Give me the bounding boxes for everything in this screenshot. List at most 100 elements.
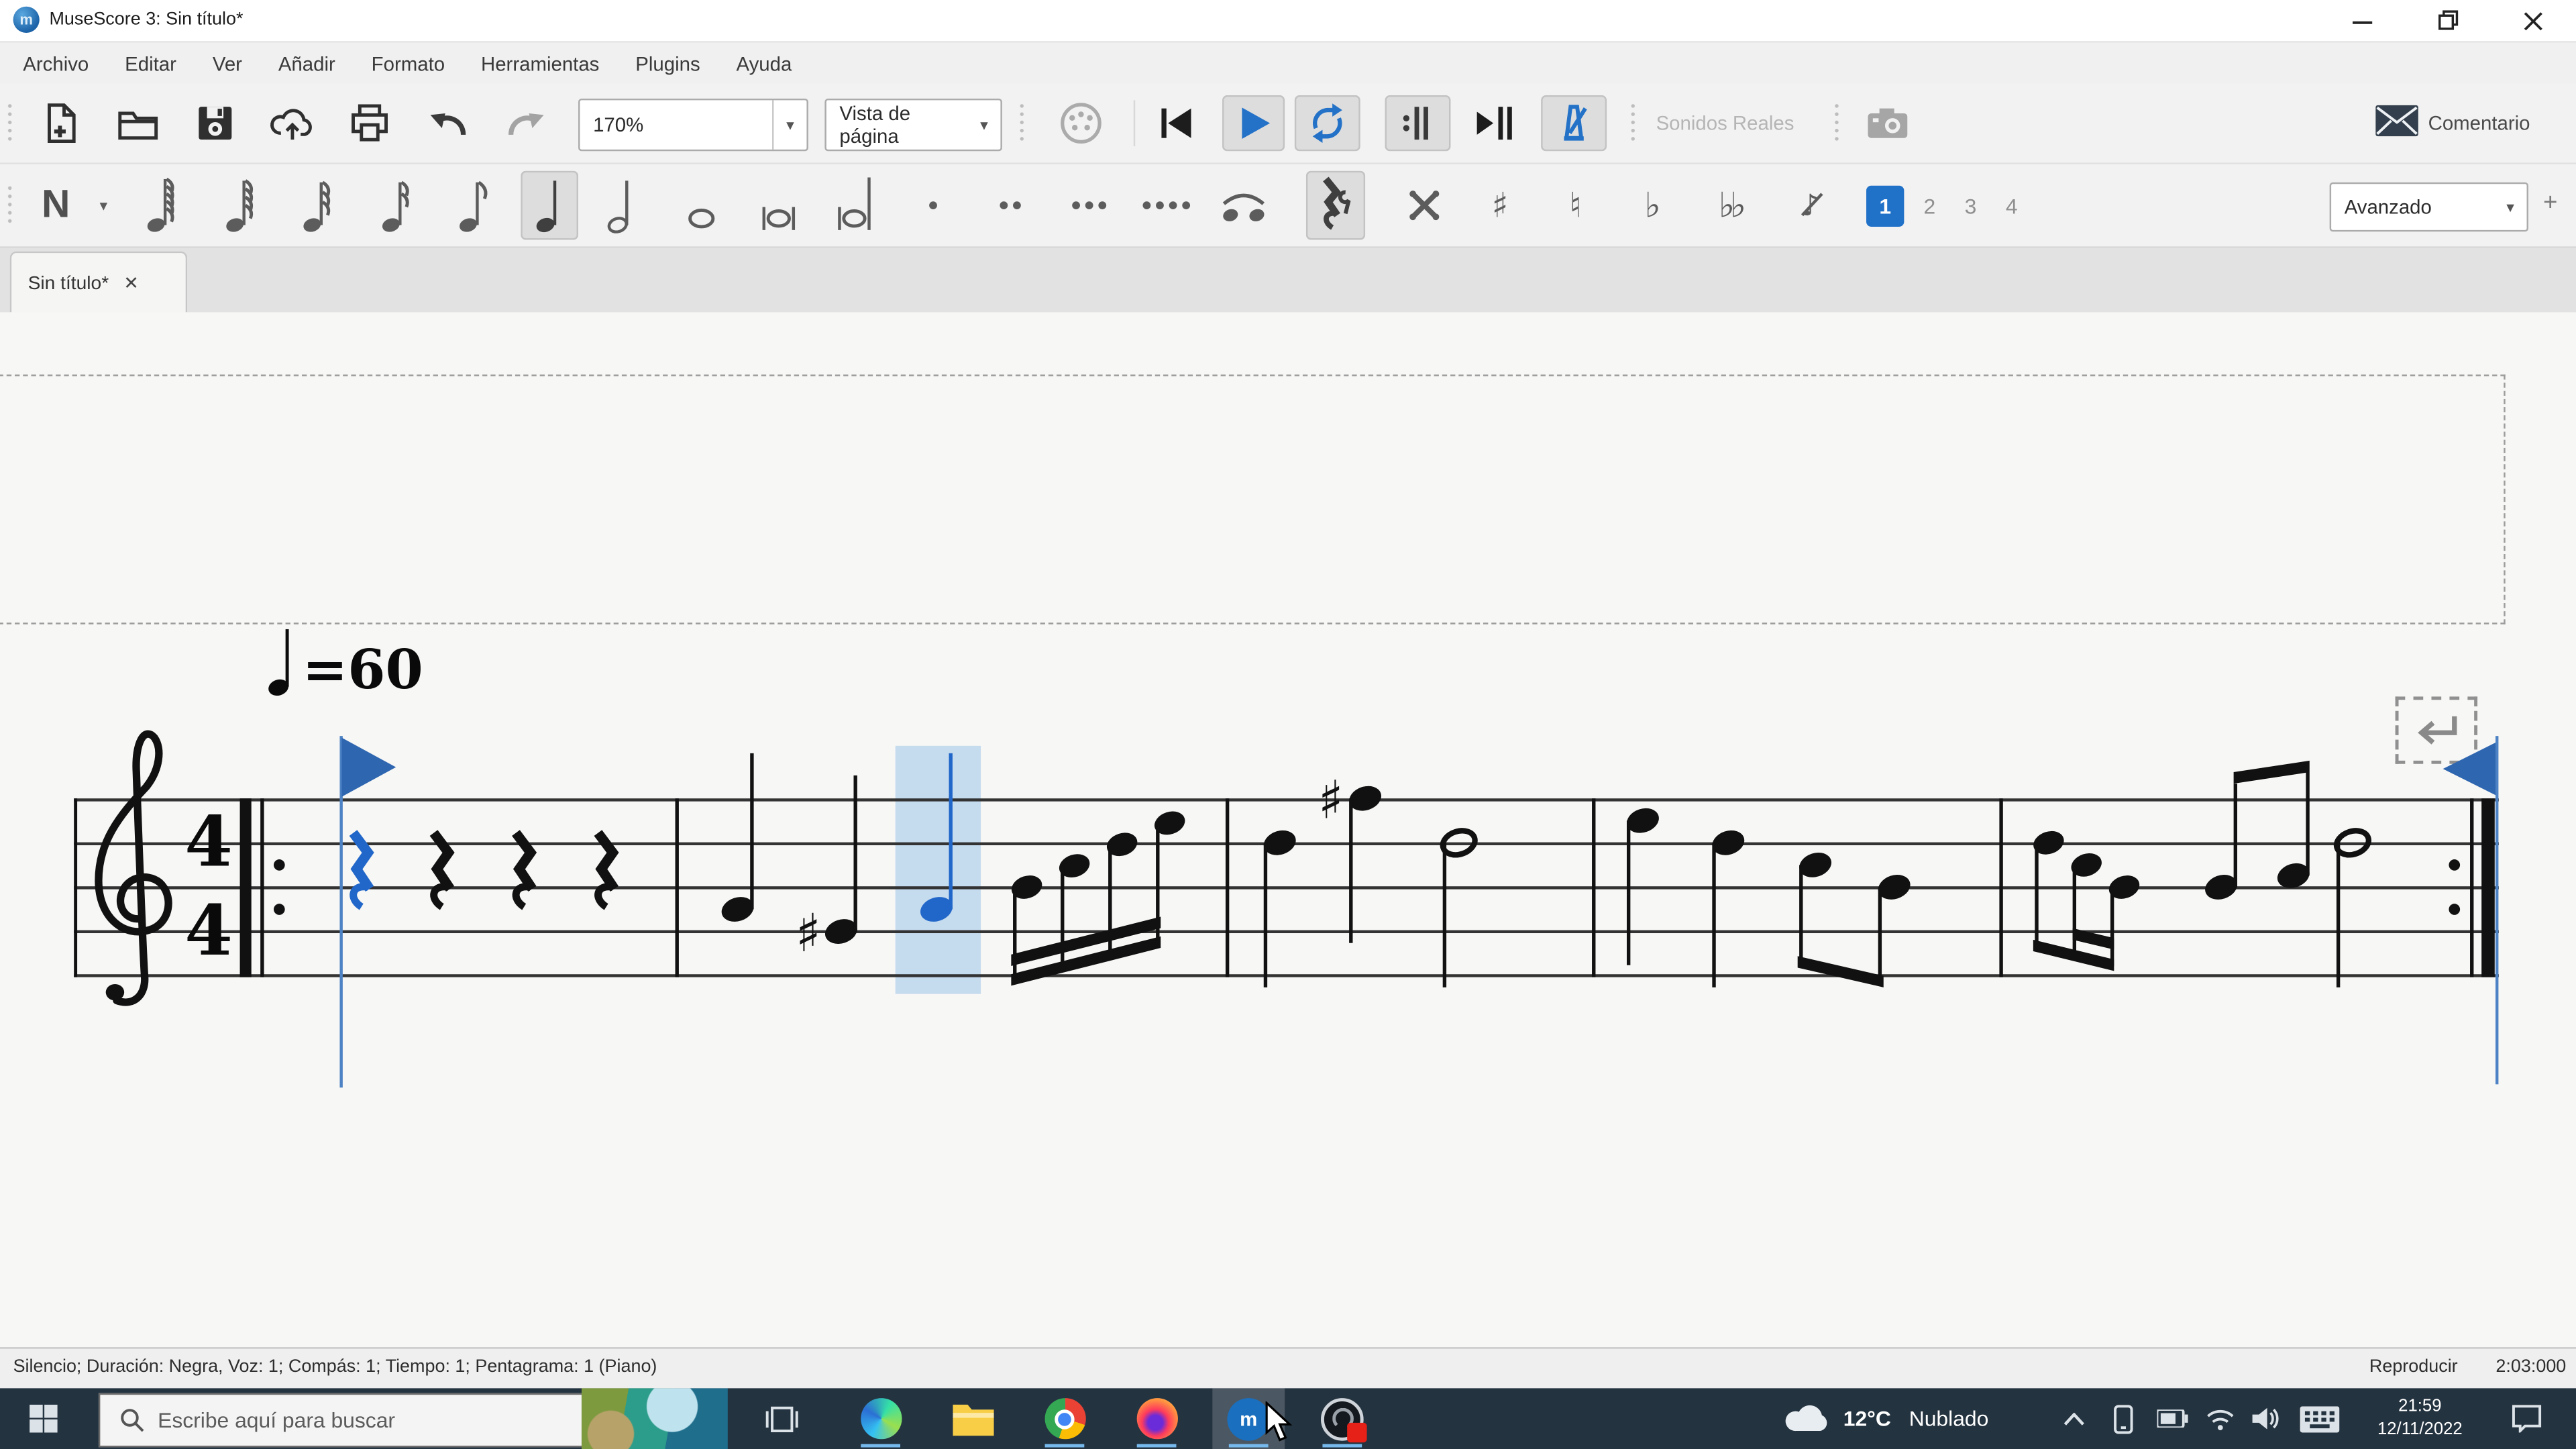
redo-button[interactable] (498, 95, 553, 151)
workspace-combobox[interactable]: Avanzado ▼ (2329, 182, 2528, 232)
save-online-cloud-button[interactable] (264, 95, 320, 151)
toolbar-grip[interactable] (6, 184, 13, 227)
tray-volume-icon[interactable] (2243, 1388, 2289, 1449)
duration-whole-button[interactable] (674, 171, 729, 240)
double-sharp-button[interactable] (1397, 171, 1452, 240)
quarter-rest-selected[interactable] (354, 833, 370, 907)
new-score-button[interactable] (33, 95, 89, 151)
midi-input-icon[interactable] (1053, 95, 1109, 151)
save-button[interactable] (187, 95, 243, 151)
beamed-eighth-pair-high-beam[interactable] (2202, 760, 2312, 904)
music-score[interactable]: =60 4 4 ♯ ♯ (0, 625, 2576, 1118)
add-workspace-button[interactable]: + (2543, 189, 2557, 217)
tray-touch-keyboard-icon[interactable] (2290, 1388, 2349, 1449)
zoom-dropdown-arrow[interactable]: ▼ (772, 100, 806, 150)
duration-32nd-button[interactable] (290, 171, 346, 240)
weather-desc[interactable]: Nublado (1909, 1406, 1989, 1431)
voice-2-button[interactable]: 2 (1911, 186, 1948, 227)
voice-3-button[interactable]: 3 (1951, 186, 1989, 227)
title-frame-dashed[interactable] (0, 374, 2506, 625)
comment-button[interactable]: Comentario (2428, 112, 2530, 135)
print-button[interactable] (341, 95, 397, 151)
duration-64th-button[interactable] (213, 171, 269, 240)
beamed-eighth-sixteenth-group[interactable] (2031, 827, 2143, 971)
treble-clef[interactable] (95, 730, 172, 1006)
metronome-button[interactable] (1541, 95, 1607, 152)
tray-network-icon[interactable] (2196, 1388, 2243, 1449)
rest-button-selected[interactable] (1305, 170, 1366, 240)
voice-1-button[interactable]: 1 (1866, 185, 1904, 227)
toolbar-grip[interactable] (1629, 101, 1637, 145)
duration-128th-button[interactable] (135, 171, 191, 240)
note-quarter-sharp[interactable]: ♯ (1318, 770, 1385, 943)
note-quarter[interactable] (718, 753, 757, 926)
note-quarter[interactable] (1709, 826, 1748, 987)
tab-sin-titulo[interactable]: Sin título* ✕ (9, 251, 188, 314)
feedback-envelope-icon[interactable] (2375, 105, 2418, 137)
zoom-combobox[interactable]: 170% ▼ (578, 98, 808, 152)
file-explorer-icon[interactable] (936, 1388, 1009, 1449)
natural-button[interactable]: ♮ (1548, 171, 1603, 240)
quadruple-augmentation-dot-button[interactable] (1138, 171, 1194, 240)
voice-4-button[interactable]: 4 (1993, 186, 2031, 227)
menu-anadir[interactable]: Añadir (262, 52, 352, 74)
tie-button[interactable] (1216, 171, 1271, 240)
duration-quarter-button-selected[interactable] (521, 170, 579, 240)
note-quarter[interactable] (1623, 804, 1662, 965)
pan-playback-button[interactable] (1465, 95, 1521, 151)
quarter-rest[interactable] (434, 833, 450, 907)
note-half[interactable] (2333, 826, 2371, 987)
tray-battery-icon[interactable] (2149, 1388, 2195, 1449)
obs-studio-icon[interactable] (1306, 1388, 1379, 1449)
menu-ver[interactable]: Ver (196, 52, 258, 74)
action-center-icon[interactable] (2494, 1388, 2560, 1449)
note-half[interactable] (1440, 826, 1478, 987)
view-mode-combobox[interactable]: Vista de página ▼ (824, 98, 1002, 152)
sharp-button[interactable]: ♯ (1472, 171, 1527, 240)
toolbar-grip[interactable] (6, 101, 13, 145)
beamed-eighth-pair[interactable] (1796, 849, 1913, 987)
note-input-dropdown-arrow[interactable]: ▼ (89, 171, 118, 240)
start-button[interactable] (7, 1388, 79, 1449)
duration-16th-button[interactable] (370, 171, 425, 240)
sonidos-reales-button[interactable]: Sonidos Reales (1656, 112, 1794, 135)
quarter-rest[interactable] (516, 833, 532, 907)
double-augmentation-dot-button[interactable] (982, 171, 1038, 240)
weather-cloud-icon[interactable] (1784, 1398, 1831, 1434)
open-file-button[interactable] (110, 95, 166, 151)
flat-button[interactable]: ♭ (1625, 171, 1680, 240)
menu-formato[interactable]: Formato (355, 52, 461, 74)
tray-chevron-icon[interactable] (2050, 1388, 2096, 1449)
taskbar-clock[interactable]: 21:59 12/11/2022 (2361, 1395, 2479, 1441)
note-quarter[interactable] (1260, 826, 1299, 987)
play-button[interactable] (1222, 95, 1285, 152)
taskbar-search-input[interactable]: Escribe aquí para buscar (98, 1393, 584, 1448)
duration-breve-button[interactable] (751, 171, 806, 240)
double-flat-button[interactable]: ♭♭ (1702, 171, 1758, 240)
news-widget-thumbnail[interactable] (581, 1388, 728, 1449)
rewind-button[interactable] (1148, 95, 1204, 151)
toolbar-grip[interactable] (1018, 101, 1026, 145)
tempo-marking[interactable]: =60 (266, 629, 423, 702)
loop-playback-button[interactable] (1294, 95, 1360, 152)
triple-augmentation-dot-button[interactable] (1061, 171, 1117, 240)
duration-eighth-button[interactable] (447, 171, 502, 240)
beamed-sixteenth-group[interactable] (1008, 808, 1188, 986)
quarter-rest[interactable] (598, 833, 614, 907)
weather-temp[interactable]: 12°C (1843, 1406, 1891, 1431)
duration-longa-button[interactable] (828, 171, 883, 240)
close-button[interactable] (2509, 5, 2558, 36)
augmentation-dot-button[interactable] (905, 171, 961, 240)
note-input-mode-button[interactable]: N (26, 171, 85, 240)
menu-archivo[interactable]: Archivo (7, 52, 105, 74)
image-capture-camera-icon[interactable] (1860, 95, 1915, 151)
tray-phone-icon[interactable] (2100, 1388, 2146, 1449)
menu-herramientas[interactable]: Herramientas (464, 52, 615, 74)
grace-note-button[interactable]: ♪ (1784, 171, 1840, 240)
tab-close-icon[interactable]: ✕ (123, 273, 139, 294)
play-repeats-button[interactable] (1385, 95, 1451, 152)
restore-button[interactable] (2423, 5, 2472, 36)
chrome-icon[interactable] (1028, 1388, 1101, 1449)
menu-ayuda[interactable]: Ayuda (720, 52, 808, 74)
note-quarter-sharp[interactable]: ♯ (796, 775, 861, 964)
